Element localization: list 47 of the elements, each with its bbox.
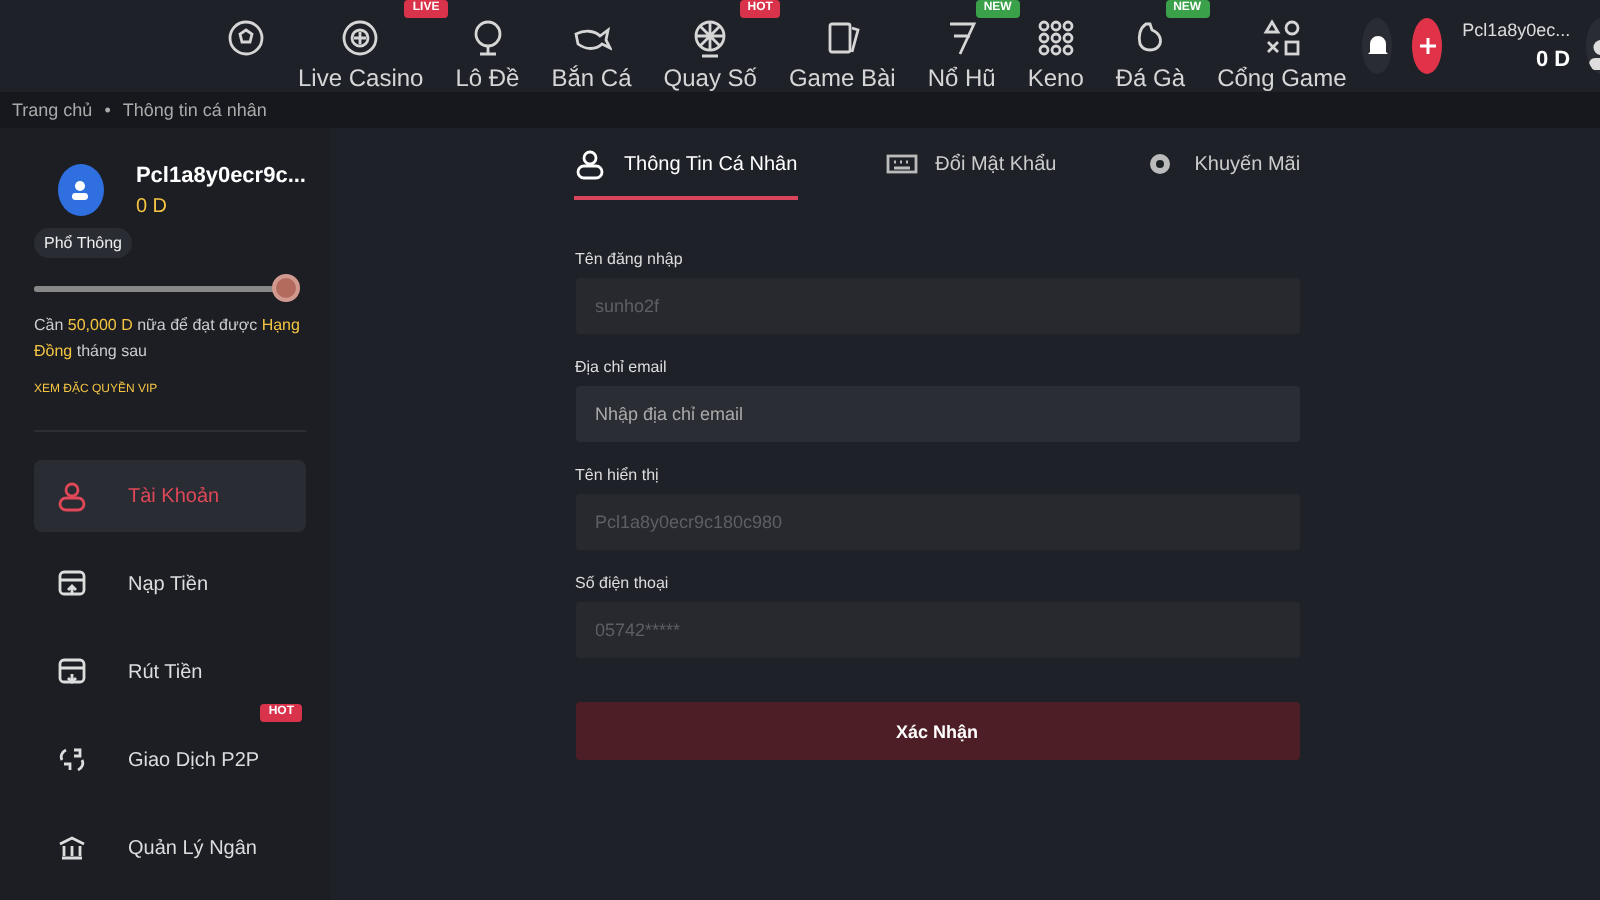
menu-item[interactable]: Rút Tiền <box>34 636 306 708</box>
user-icon <box>68 178 93 202</box>
deposit-icon <box>56 568 88 600</box>
roulette-icon <box>340 18 381 58</box>
tier-label: Phổ Thông <box>34 228 132 258</box>
nav-item[interactable]: Lô Đề <box>439 18 536 92</box>
tab[interactable]: Thông Tin Cá Nhân <box>573 148 798 200</box>
nav-item[interactable]: Bắn Cá <box>535 18 648 92</box>
username: Pcl1a8y0ec... <box>1462 20 1571 40</box>
bell-button[interactable] <box>1362 18 1393 74</box>
ball-icon <box>226 18 266 58</box>
nav-item[interactable]: Keno <box>1011 18 1100 92</box>
nav-item[interactable]: Live Casino <box>282 18 440 92</box>
nav-item[interactable]: Nổ Hũ <box>911 18 1012 92</box>
withdraw-icon <box>56 656 88 688</box>
nav-item[interactable]: Đá Gà <box>1099 18 1202 92</box>
user-icon <box>573 148 606 180</box>
breadcrumb-separator: • <box>104 100 111 120</box>
profile-balance: 0 D <box>135 196 170 218</box>
balance: 0 D <box>1535 48 1571 72</box>
wheel-icon <box>690 18 731 58</box>
plus-icon <box>1417 36 1438 56</box>
field-label: Tên hiển thị <box>575 466 661 484</box>
profile-name: Pcl1a8y0ecr9c... <box>135 164 306 188</box>
tab[interactable]: Đổi Mật Khẩu <box>885 148 1057 200</box>
nav-item[interactable]: Game Bài <box>772 18 912 92</box>
nav-item[interactable]: Cổng Game <box>1201 18 1363 92</box>
tab[interactable]: Khuyến Mãi <box>1144 148 1301 200</box>
menu-item[interactable]: Nạp Tiền <box>34 548 306 620</box>
field-label: Số điện thoại <box>575 574 671 592</box>
bell-icon <box>1363 32 1392 60</box>
user-icon <box>56 480 88 512</box>
dots-grid-icon <box>1035 18 1076 58</box>
submit-button[interactable]: Xác Nhận <box>575 702 1299 760</box>
rank-note: Cần 50,000 D nữa để đạt được Hạng Đồng tháng sau <box>34 314 302 364</box>
exchange-icon <box>56 744 88 776</box>
breadcrumb-link[interactable]: Thông tin cá nhân <box>122 100 267 120</box>
input-field[interactable]: Nhập địa chỉ email <box>575 386 1299 442</box>
breadcrumb-link[interactable]: Trang chủ <box>12 100 93 120</box>
field-label: Địa chỉ email <box>575 358 669 376</box>
bank-icon <box>56 832 88 864</box>
add-button[interactable] <box>1412 18 1443 74</box>
shapes-icon <box>1261 18 1302 58</box>
field-label: Tên đăng nhập <box>575 250 685 268</box>
nav-item[interactable]: Quay Số <box>647 18 773 92</box>
menu-item[interactable]: Quản Lý Ngân <box>34 812 306 884</box>
menu-item[interactable]: Giao Dịch P2P <box>34 724 306 796</box>
